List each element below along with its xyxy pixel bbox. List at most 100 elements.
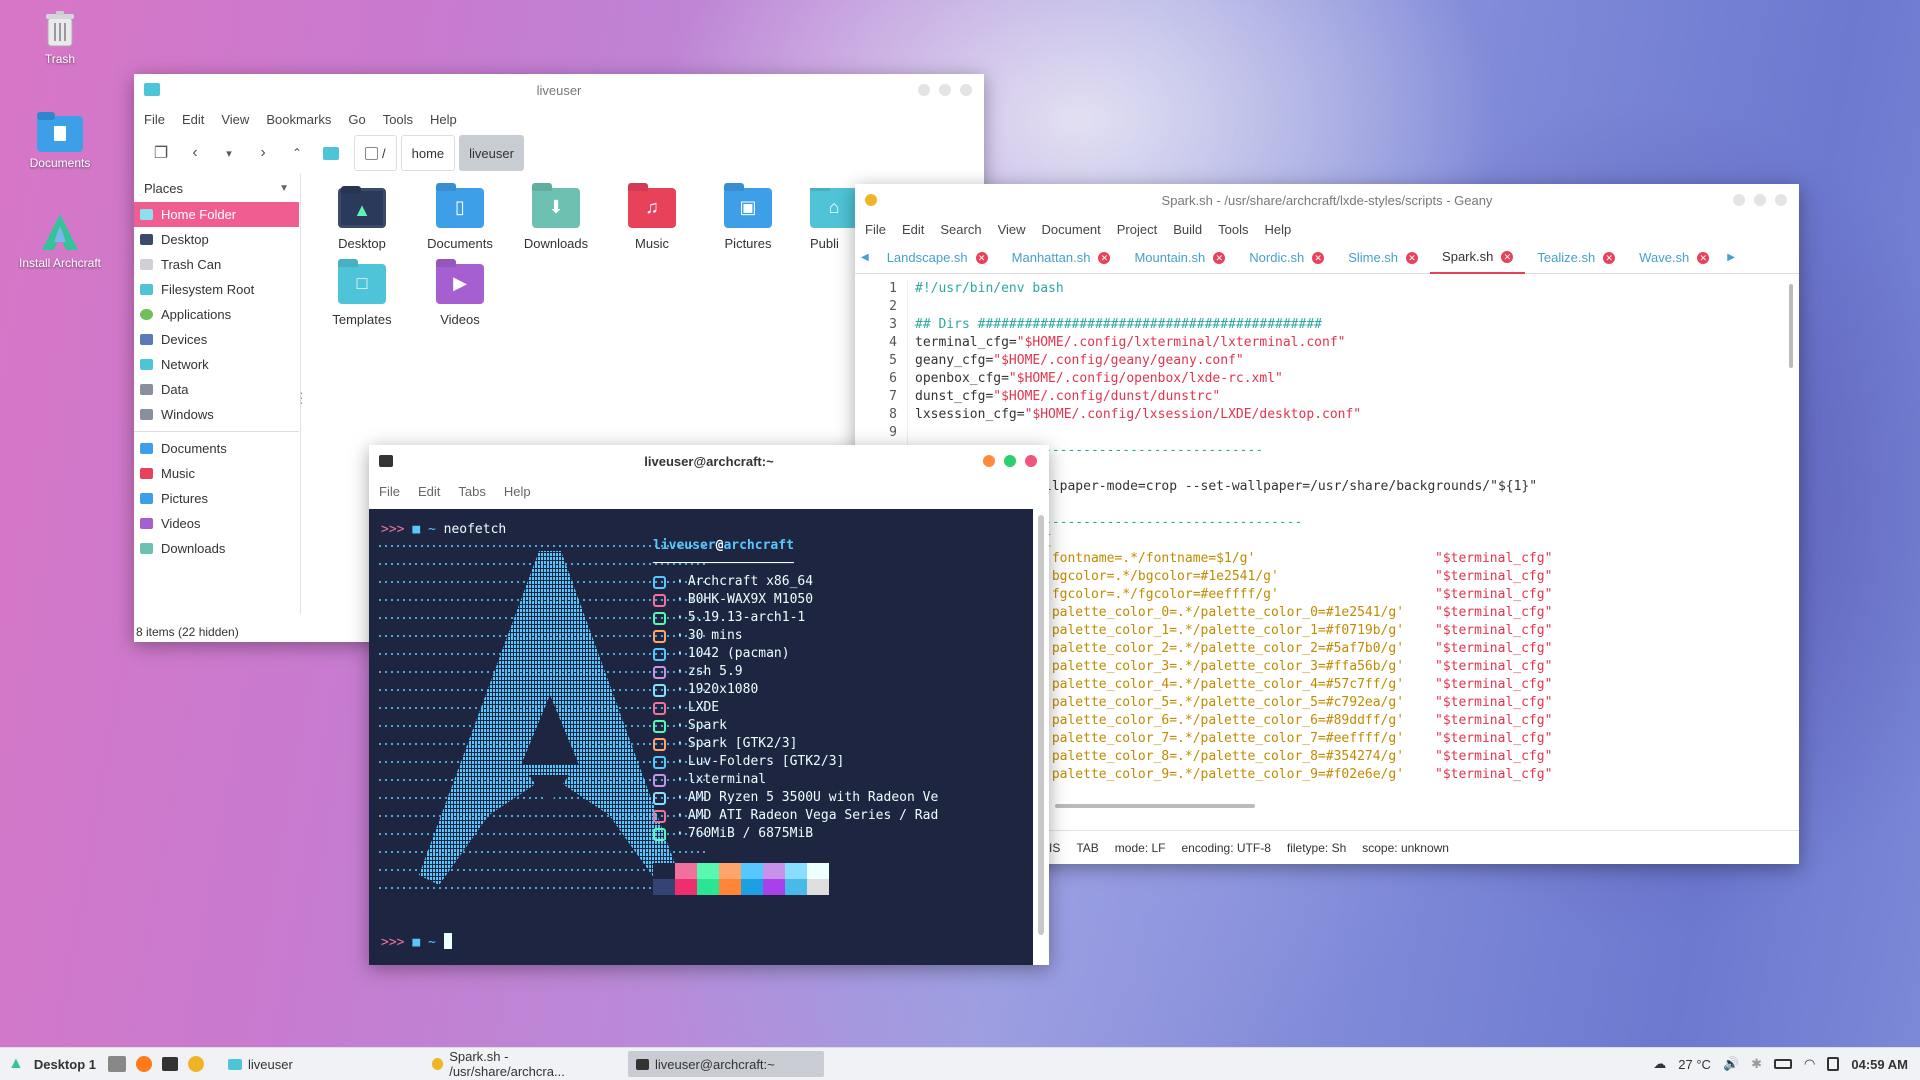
- minimize-button[interactable]: [983, 455, 995, 467]
- sidebar-item-filesystem-root[interactable]: Filesystem Root: [134, 277, 299, 302]
- close-tab-icon[interactable]: ✕: [1312, 251, 1325, 264]
- menu-edit[interactable]: Edit: [902, 222, 924, 237]
- folder-item[interactable]: ▣ Pictures: [700, 188, 796, 251]
- file-manager-titlebar[interactable]: liveuser: [134, 74, 984, 106]
- menu-edit[interactable]: Edit: [418, 484, 440, 499]
- battery-icon[interactable]: [1774, 1059, 1793, 1069]
- back-icon[interactable]: ‹: [178, 138, 212, 168]
- folder-item[interactable]: ▯ Documents: [412, 188, 508, 251]
- menu-file[interactable]: File: [379, 484, 400, 499]
- close-tab-icon[interactable]: ✕: [1098, 251, 1111, 264]
- breadcrumb-home[interactable]: home: [400, 135, 456, 171]
- menu-project[interactable]: Project: [1117, 222, 1157, 237]
- tab-nordic[interactable]: Nordic.sh ✕: [1237, 242, 1336, 274]
- folder-item[interactable]: ▶ Videos: [412, 264, 508, 327]
- sidebar-item-devices[interactable]: Devices: [134, 327, 299, 352]
- minimize-button[interactable]: [1733, 194, 1745, 206]
- workspace-label[interactable]: Desktop 1: [34, 1057, 96, 1072]
- home-folder-icon[interactable]: [314, 138, 348, 168]
- terminal-output[interactable]: >>> ■ ~ neofetch liveuser @ archcraft ────…: [369, 509, 1033, 965]
- close-button[interactable]: [1025, 455, 1037, 467]
- firefox-icon[interactable]: [135, 1056, 152, 1072]
- sidebar-item-desktop[interactable]: Desktop: [134, 227, 299, 252]
- terminal-titlebar[interactable]: liveuser@archcraft:~: [369, 445, 1049, 477]
- desktop-icon-install-archcraft[interactable]: Install Archcraft: [10, 212, 110, 270]
- folder-item[interactable]: ⌂ Publi: [796, 188, 856, 251]
- file-manager-launcher-icon[interactable]: [107, 1056, 126, 1072]
- close-tab-icon[interactable]: ✕: [1213, 251, 1226, 264]
- bookmark-downloads[interactable]: Downloads: [134, 536, 299, 561]
- tab-scroll-right-icon[interactable]: ▶: [1721, 252, 1741, 263]
- sidebar-item-applications[interactable]: Applications: [134, 302, 299, 327]
- minimize-button[interactable]: [918, 84, 930, 96]
- vertical-scrollbar[interactable]: [1038, 515, 1044, 935]
- new-tab-icon[interactable]: ❐: [144, 138, 178, 168]
- menu-search[interactable]: Search: [940, 222, 981, 237]
- wifi-icon[interactable]: ◠: [1804, 1056, 1815, 1072]
- folder-item[interactable]: ▲ Desktop: [314, 188, 410, 251]
- up-icon[interactable]: ⌃: [280, 138, 314, 168]
- tab-mountain[interactable]: Mountain.sh ✕: [1122, 242, 1237, 274]
- bluetooth-icon[interactable]: ✱: [1751, 1056, 1762, 1072]
- bookmark-music[interactable]: Music: [134, 461, 299, 486]
- maximize-button[interactable]: [1754, 194, 1766, 206]
- menu-edit[interactable]: Edit: [182, 112, 204, 127]
- vertical-scrollbar[interactable]: [1789, 284, 1793, 368]
- tab-slime[interactable]: Slime.sh ✕: [1336, 242, 1430, 274]
- tab-spark[interactable]: Spark.sh ✕: [1430, 242, 1526, 274]
- bookmark-pictures[interactable]: Pictures: [134, 486, 299, 511]
- bookmark-documents[interactable]: Documents: [134, 436, 299, 461]
- menu-bookmarks[interactable]: Bookmarks: [266, 112, 331, 127]
- task-terminal[interactable]: liveuser@archcraft:~: [627, 1051, 824, 1077]
- close-tab-icon[interactable]: ✕: [1406, 251, 1419, 264]
- bookmark-videos[interactable]: Videos: [134, 511, 299, 536]
- close-tab-icon[interactable]: ✕: [1697, 251, 1710, 264]
- tab-scroll-left-icon[interactable]: ◀: [855, 252, 875, 263]
- geany-titlebar[interactable]: Spark.sh - /usr/share/archcraft/lxde-sty…: [855, 184, 1799, 216]
- desktop-icon-trash[interactable]: Trash: [10, 10, 110, 66]
- geany-launcher-icon[interactable]: [187, 1056, 204, 1072]
- tab-wave[interactable]: Wave.sh ✕: [1627, 242, 1721, 274]
- menu-file[interactable]: File: [144, 112, 165, 127]
- menu-tabs[interactable]: Tabs: [458, 484, 485, 499]
- folder-item[interactable]: □ Templates: [314, 264, 410, 327]
- menu-document[interactable]: Document: [1042, 222, 1101, 237]
- sidebar-item-home-folder[interactable]: Home Folder: [134, 202, 299, 227]
- archcraft-menu-icon[interactable]: ▲: [8, 1055, 24, 1073]
- menu-tools[interactable]: Tools: [1218, 222, 1248, 237]
- horizontal-scrollbar[interactable]: [1055, 804, 1255, 808]
- breadcrumb-liveuser[interactable]: liveuser: [459, 135, 524, 171]
- menu-help[interactable]: Help: [1265, 222, 1292, 237]
- menu-go[interactable]: Go: [348, 112, 365, 127]
- menu-view[interactable]: View: [998, 222, 1026, 237]
- volume-icon[interactable]: 🔊: [1723, 1056, 1739, 1072]
- clock[interactable]: 04:59 AM: [1851, 1057, 1908, 1072]
- task-file-manager[interactable]: liveuser: [220, 1051, 420, 1077]
- close-tab-icon[interactable]: ✕: [1501, 250, 1514, 263]
- sidebar-item-network[interactable]: Network: [134, 352, 299, 377]
- folder-item[interactable]: ⬇ Downloads: [508, 188, 604, 251]
- maximize-button[interactable]: [1004, 455, 1016, 467]
- menu-view[interactable]: View: [221, 112, 249, 127]
- weather-label[interactable]: 27 °C: [1678, 1057, 1711, 1072]
- menu-help[interactable]: Help: [504, 484, 531, 499]
- close-tab-icon[interactable]: ✕: [1603, 251, 1616, 264]
- menu-build[interactable]: Build: [1173, 222, 1202, 237]
- close-tab-icon[interactable]: ✕: [975, 251, 988, 264]
- sidebar-item-windows[interactable]: Windows: [134, 402, 299, 427]
- desktop-icon-documents[interactable]: Documents: [10, 112, 110, 170]
- tab-tealize[interactable]: Tealize.sh ✕: [1525, 242, 1627, 274]
- menu-file[interactable]: File: [865, 222, 886, 237]
- menu-tools[interactable]: Tools: [383, 112, 413, 127]
- maximize-button[interactable]: [939, 84, 951, 96]
- sidebar-item-trash-can[interactable]: Trash Can: [134, 252, 299, 277]
- tab-landscape[interactable]: Landscape.sh ✕: [875, 242, 1000, 274]
- sidebar-item-data[interactable]: Data: [134, 377, 299, 402]
- forward-icon[interactable]: ›: [246, 138, 280, 168]
- close-button[interactable]: [1775, 194, 1787, 206]
- terminal-launcher-icon[interactable]: [161, 1057, 178, 1071]
- folder-item[interactable]: ♫ Music: [604, 188, 700, 251]
- close-button[interactable]: [960, 84, 972, 96]
- task-geany[interactable]: Spark.sh - /usr/share/archcra...: [424, 1049, 624, 1079]
- breadcrumb-root[interactable]: /: [354, 135, 397, 171]
